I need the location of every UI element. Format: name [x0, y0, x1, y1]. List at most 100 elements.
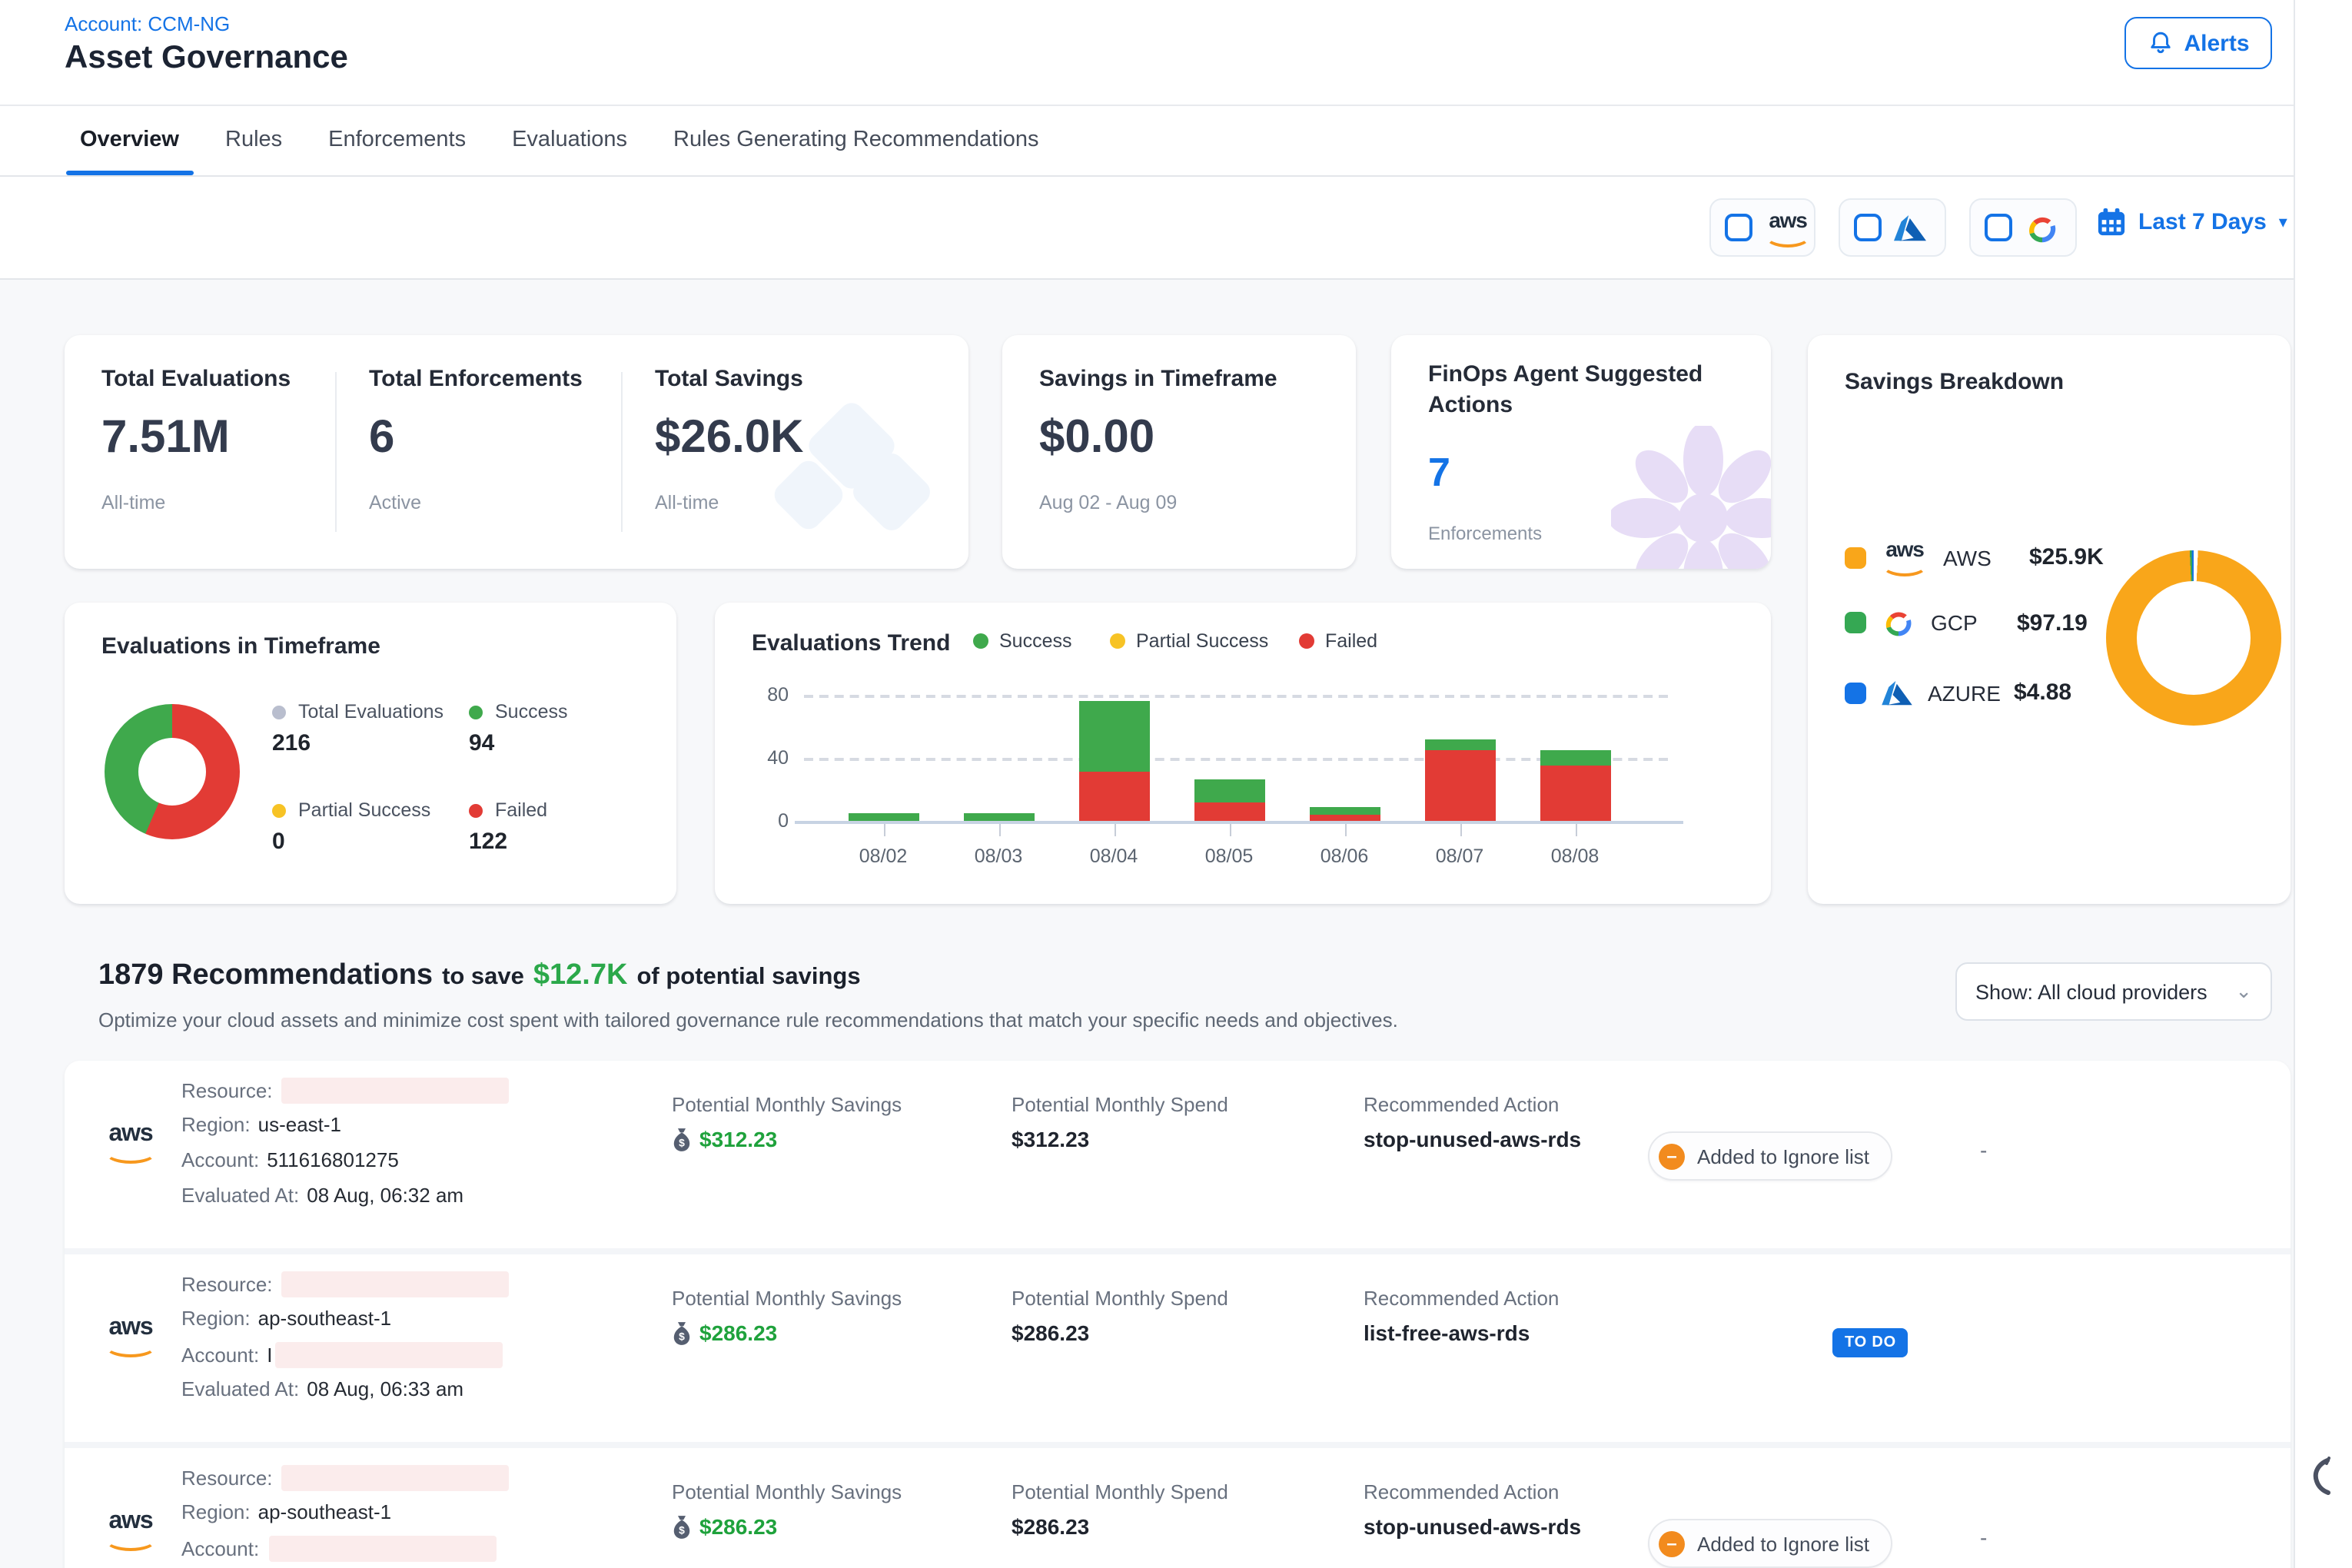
- page-title: Asset Governance: [65, 40, 348, 77]
- x-axis-label: 08/07: [1436, 845, 1484, 867]
- recommendations-list: aws Resource: Region:us-east-1 Account:5…: [65, 1061, 2291, 1568]
- legend-value: 216: [272, 730, 443, 756]
- azure-logo-icon: [1882, 680, 1912, 705]
- trend-plot-area: 08/0208/0308/0408/0508/0608/0708/08: [804, 695, 1668, 821]
- potential-savings-amount: $12.7K: [533, 959, 628, 993]
- x-axis-label: 08/04: [1090, 845, 1138, 867]
- potential-monthly-savings: Potential Monthly Savings $ $286.23: [672, 1480, 902, 1539]
- resource-details: Resource: Region:ap-southeast-1 Account:…: [181, 1465, 510, 1568]
- alerts-label: Alerts: [2184, 30, 2249, 56]
- row-separator: [65, 1442, 2291, 1448]
- aws-checkbox[interactable]: [1725, 214, 1752, 241]
- legend-item-partial: Partial Success 0: [272, 799, 430, 855]
- trend-bar-08/04: 08/04: [1056, 695, 1171, 821]
- tab-rules[interactable]: Rules: [222, 106, 285, 175]
- recommendations-headline: 1879 Recommendations to save $12.7K of p…: [98, 959, 861, 993]
- resource-details: Resource: Region:ap-southeast-1 Account:…: [181, 1271, 510, 1413]
- y-axis-tick: 0: [736, 810, 789, 832]
- help-widget-partial-icon[interactable]: [2307, 1454, 2335, 1508]
- trend-legend-success: Success: [973, 630, 1072, 652]
- stat-title: Total Enforcements: [369, 366, 583, 392]
- partial-dot-icon: [1110, 633, 1125, 649]
- stat-title: Total Savings: [655, 366, 803, 392]
- stat-caption: Active: [369, 492, 421, 513]
- recommended-action: Recommended Action stop-unused-aws-rds: [1364, 1093, 1581, 1151]
- success-dot-icon: [469, 705, 483, 719]
- row-separator: [65, 1248, 2291, 1254]
- trend-bar-08/03: 08/03: [941, 695, 1056, 821]
- x-axis-label: 08/02: [859, 845, 908, 867]
- failed-dot-icon: [469, 803, 483, 817]
- azure-provider-filter[interactable]: [1839, 198, 1946, 257]
- stat-value: 7: [1428, 449, 1450, 497]
- recommendations-subtitle: Optimize your cloud assets and minimize …: [98, 1008, 1398, 1031]
- azure-checkbox[interactable]: [1854, 214, 1882, 241]
- aws-logo-icon: aws: [105, 1122, 157, 1164]
- aws-logo-icon: aws: [105, 1316, 157, 1357]
- legend-value: 0: [272, 829, 430, 855]
- gcp-logo-icon: [1882, 609, 1915, 636]
- evaluations-in-timeframe-card: Evaluations in Timeframe Total Evaluatio…: [65, 603, 676, 904]
- stat-caption: Enforcements: [1428, 523, 1542, 544]
- aws-logo-icon: aws: [105, 1510, 157, 1551]
- trend-bars: 08/0208/0308/0408/0508/0608/0708/08: [826, 695, 1633, 821]
- x-axis-label: 08/08: [1551, 845, 1600, 867]
- date-range-picker[interactable]: Last 7 Days ▾: [2097, 208, 2287, 237]
- azure-logo-icon: [1894, 214, 1926, 241]
- legend-item-aws: aws AWS $25.9K: [1845, 538, 2104, 576]
- legend-item-gcp: GCP $97.19: [1845, 609, 2088, 636]
- trend-bar-08/05: 08/05: [1171, 695, 1287, 821]
- chart-title: Evaluations Trend: [752, 630, 950, 656]
- added-to-ignore-badge: – Added to Ignore list: [1648, 1131, 1892, 1181]
- legend-value: $97.19: [2017, 610, 2088, 636]
- potential-monthly-spend: Potential Monthly Spend $286.23: [1012, 1287, 1228, 1345]
- recommended-action: Recommended Action stop-unused-aws-rds: [1364, 1480, 1581, 1539]
- empty-value-dash: -: [1980, 1525, 1987, 1550]
- trend-bar-08/06: 08/06: [1287, 695, 1402, 821]
- success-dot-icon: [973, 633, 988, 649]
- y-axis-tick: 40: [736, 747, 789, 769]
- chevron-down-icon: ⌄: [2235, 979, 2252, 1004]
- tab-overview[interactable]: Overview: [77, 106, 182, 175]
- stat-title: Savings in Timeframe: [1039, 366, 1277, 392]
- stat-title: Total Evaluations: [101, 366, 291, 392]
- account-breadcrumb[interactable]: Account: CCM-NG: [65, 12, 230, 35]
- recommendations-count: 1879 Recommendations: [98, 959, 433, 993]
- money-bag-icon: $: [672, 1321, 692, 1344]
- potential-monthly-spend: Potential Monthly Spend $312.23: [1012, 1093, 1228, 1151]
- redacted-resource: [282, 1078, 510, 1104]
- alerts-button[interactable]: Alerts: [2124, 17, 2272, 69]
- redacted-account: [275, 1342, 503, 1368]
- gcp-checkbox[interactable]: [1985, 214, 2012, 241]
- tab-enforcements[interactable]: Enforcements: [325, 106, 469, 175]
- gcp-provider-filter[interactable]: [1969, 198, 2077, 257]
- legend-value: 94: [469, 730, 568, 756]
- flower-watermark-icon: [1611, 426, 1771, 569]
- stat-title: FinOps Agent SuggestedActions: [1428, 360, 1703, 421]
- azure-color-swatch: [1845, 682, 1866, 703]
- stat-caption: All-time: [101, 492, 165, 513]
- trend-bar-08/07: 08/07: [1402, 695, 1517, 821]
- cloud-provider-filter-select[interactable]: Show: All cloud providers ⌄: [1955, 962, 2272, 1021]
- right-gutter: [2294, 0, 2352, 1568]
- aws-provider-filter[interactable]: aws: [1709, 198, 1815, 257]
- trend-bar-08/02: 08/02: [826, 695, 941, 821]
- potential-monthly-spend: Potential Monthly Spend $286.23: [1012, 1480, 1228, 1539]
- stat-value: 7.51M: [101, 412, 230, 464]
- x-axis-label: 08/06: [1321, 845, 1369, 867]
- tab-evaluations[interactable]: Evaluations: [509, 106, 630, 175]
- recommendation-row: aws Resource: Region:us-east-1 Account:5…: [65, 1061, 2291, 1248]
- legend-label: AWS: [1943, 545, 2014, 570]
- x-axis-label: 08/05: [1205, 845, 1254, 867]
- redacted-resource: [282, 1271, 510, 1297]
- recommended-action: Recommended Action list-free-aws-rds: [1364, 1287, 1559, 1345]
- todo-badge: TO DO: [1832, 1328, 1909, 1357]
- tab-rules-generating-recommendations[interactable]: Rules Generating Recommendations: [670, 106, 1042, 175]
- trend-legend-failed: Failed: [1299, 630, 1377, 652]
- aws-logo-icon: aws: [1765, 208, 1811, 247]
- legend-value: 122: [469, 829, 547, 855]
- legend-item-azure: AZURE $4.88: [1845, 679, 2071, 706]
- potential-monthly-savings: Potential Monthly Savings $ $312.23: [672, 1093, 902, 1151]
- legend-item-success: Success 94: [469, 701, 568, 756]
- redacted-resource: [282, 1465, 510, 1491]
